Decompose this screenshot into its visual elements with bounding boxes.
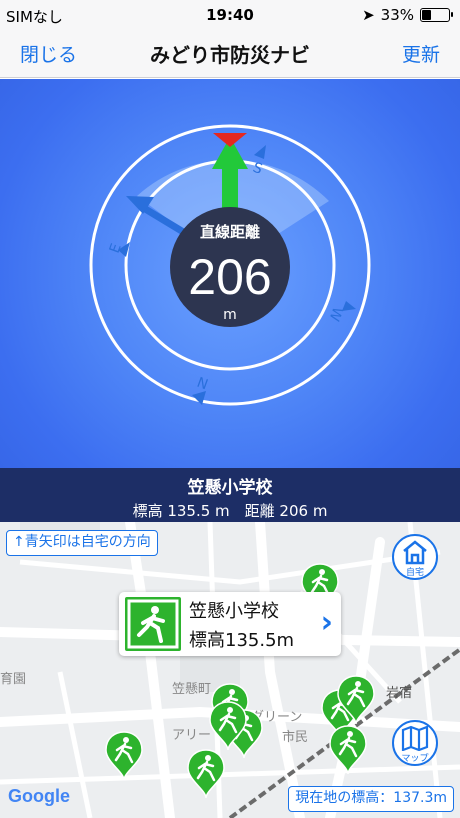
refresh-button[interactable]: 更新: [402, 40, 440, 67]
location-icon: ➤: [362, 6, 375, 24]
evacuation-icon: [125, 597, 181, 651]
distance-label: 直線距離: [200, 223, 260, 241]
destination-info: 標高 135.5 m 距離 206 m: [132, 502, 328, 520]
shelter-pins: [104, 562, 376, 800]
destination-banner: 笠懸小学校 標高 135.5 m 距離 206 m: [0, 468, 460, 522]
current-elevation: 現在地の標高：137.3m: [288, 786, 454, 812]
distance-unit: m: [223, 307, 237, 323]
battery-percent: 33%: [380, 6, 414, 24]
google-logo: Google: [8, 786, 70, 806]
direction-E: E: [107, 242, 125, 256]
south-marker: [254, 145, 266, 159]
destination-name: 笠懸小学校: [187, 478, 273, 498]
home-label: 自宅: [405, 568, 424, 578]
home-button[interactable]: 自宅: [392, 534, 438, 580]
north-indicator: [213, 133, 247, 147]
shelter-pin[interactable]: [186, 748, 226, 800]
direction-W: W: [325, 305, 345, 324]
map-icon: [401, 725, 429, 751]
map-view[interactable]: 育園 笠懸町 岩宿 アリー 学グリーン 市民 笠懸小学校 標高135.5m ›: [0, 522, 460, 818]
page-title: みどり市防災ナビ: [150, 43, 310, 67]
battery-icon: [420, 8, 453, 22]
chevron-right-icon[interactable]: ›: [321, 605, 333, 640]
status-bar: SIMなし 19:40 ➤ 33%: [0, 0, 460, 30]
map-button[interactable]: マップ: [392, 720, 438, 766]
distance-value: 206: [188, 249, 271, 305]
callout-name: 笠懸小学校: [189, 601, 279, 622]
home-icon: [403, 540, 427, 565]
shelter-pin[interactable]: [104, 730, 144, 782]
compass-panel: S E W N 直線距離 206 m: [0, 79, 460, 468]
shelter-pin[interactable]: [328, 724, 368, 776]
callout-elevation: 標高135.5m: [189, 630, 295, 651]
compass-dial: S E W N 直線距離 206 m: [89, 124, 371, 406]
navigation-bar: 閉じる みどり市防災ナビ 更新: [0, 30, 460, 78]
status-right: ➤ 33%: [362, 6, 453, 24]
direction-N: N: [195, 375, 210, 394]
map-label: マップ: [401, 754, 429, 764]
shelter-callout[interactable]: 笠懸小学校 標高135.5m ›: [119, 592, 341, 656]
direction-hint: ↑青矢印は自宅の方向: [6, 530, 158, 556]
